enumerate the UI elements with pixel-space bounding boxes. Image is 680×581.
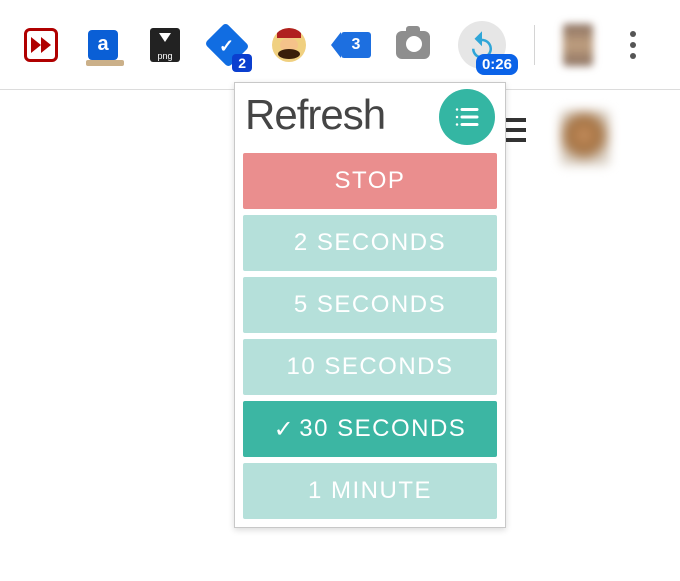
interval-label: 5 SECONDS <box>294 291 446 319</box>
interval-label: 30 SECONDS <box>299 415 466 443</box>
refresh-extension-icon[interactable]: 0:26 <box>458 21 506 69</box>
camera-extension-icon[interactable] <box>396 28 430 62</box>
interval-label: 1 MINUTE <box>308 477 432 505</box>
interval-option[interactable]: 1 MINUTE <box>243 463 497 519</box>
profile-avatar[interactable] <box>563 24 593 66</box>
inbox-extension-icon[interactable]: ✓ 2 <box>210 28 244 62</box>
popup-header: Refresh <box>235 83 505 147</box>
check-icon: ✓ <box>274 415 296 444</box>
browser-toolbar: a png ✓ 2 3 0:26 <box>0 0 680 90</box>
popup-title: Refresh <box>245 91 385 139</box>
refresh-popup: Refresh STOP 2 SECONDS 5 SECONDS 10 SECOND… <box>234 82 506 528</box>
tag-extension-icon[interactable]: 3 <box>334 28 368 62</box>
interval-option[interactable]: 2 SECONDS <box>243 215 497 271</box>
interval-label: 10 SECONDS <box>286 353 453 381</box>
avatar-extension-icon[interactable] <box>272 28 306 62</box>
toolbar-separator <box>534 25 535 65</box>
page-avatar[interactable] <box>560 110 610 166</box>
hamburger-menu-icon[interactable] <box>504 118 526 142</box>
fastforward-extension-icon[interactable] <box>24 28 58 62</box>
interval-option[interactable]: 5 SECONDS <box>243 277 497 333</box>
interval-option[interactable]: 10 SECONDS <box>243 339 497 395</box>
list-icon <box>452 102 482 132</box>
png-download-extension-icon[interactable]: png <box>148 28 182 62</box>
inbox-badge: 2 <box>232 54 252 72</box>
stop-button[interactable]: STOP <box>243 153 497 209</box>
more-menu-icon[interactable] <box>621 31 645 59</box>
refresh-countdown-badge: 0:26 <box>476 54 518 75</box>
popup-list-button[interactable] <box>439 89 495 145</box>
amazon-extension-icon[interactable]: a <box>86 28 120 62</box>
interval-option[interactable]: ✓30 SECONDS <box>243 401 497 457</box>
interval-label: 2 SECONDS <box>294 229 446 257</box>
